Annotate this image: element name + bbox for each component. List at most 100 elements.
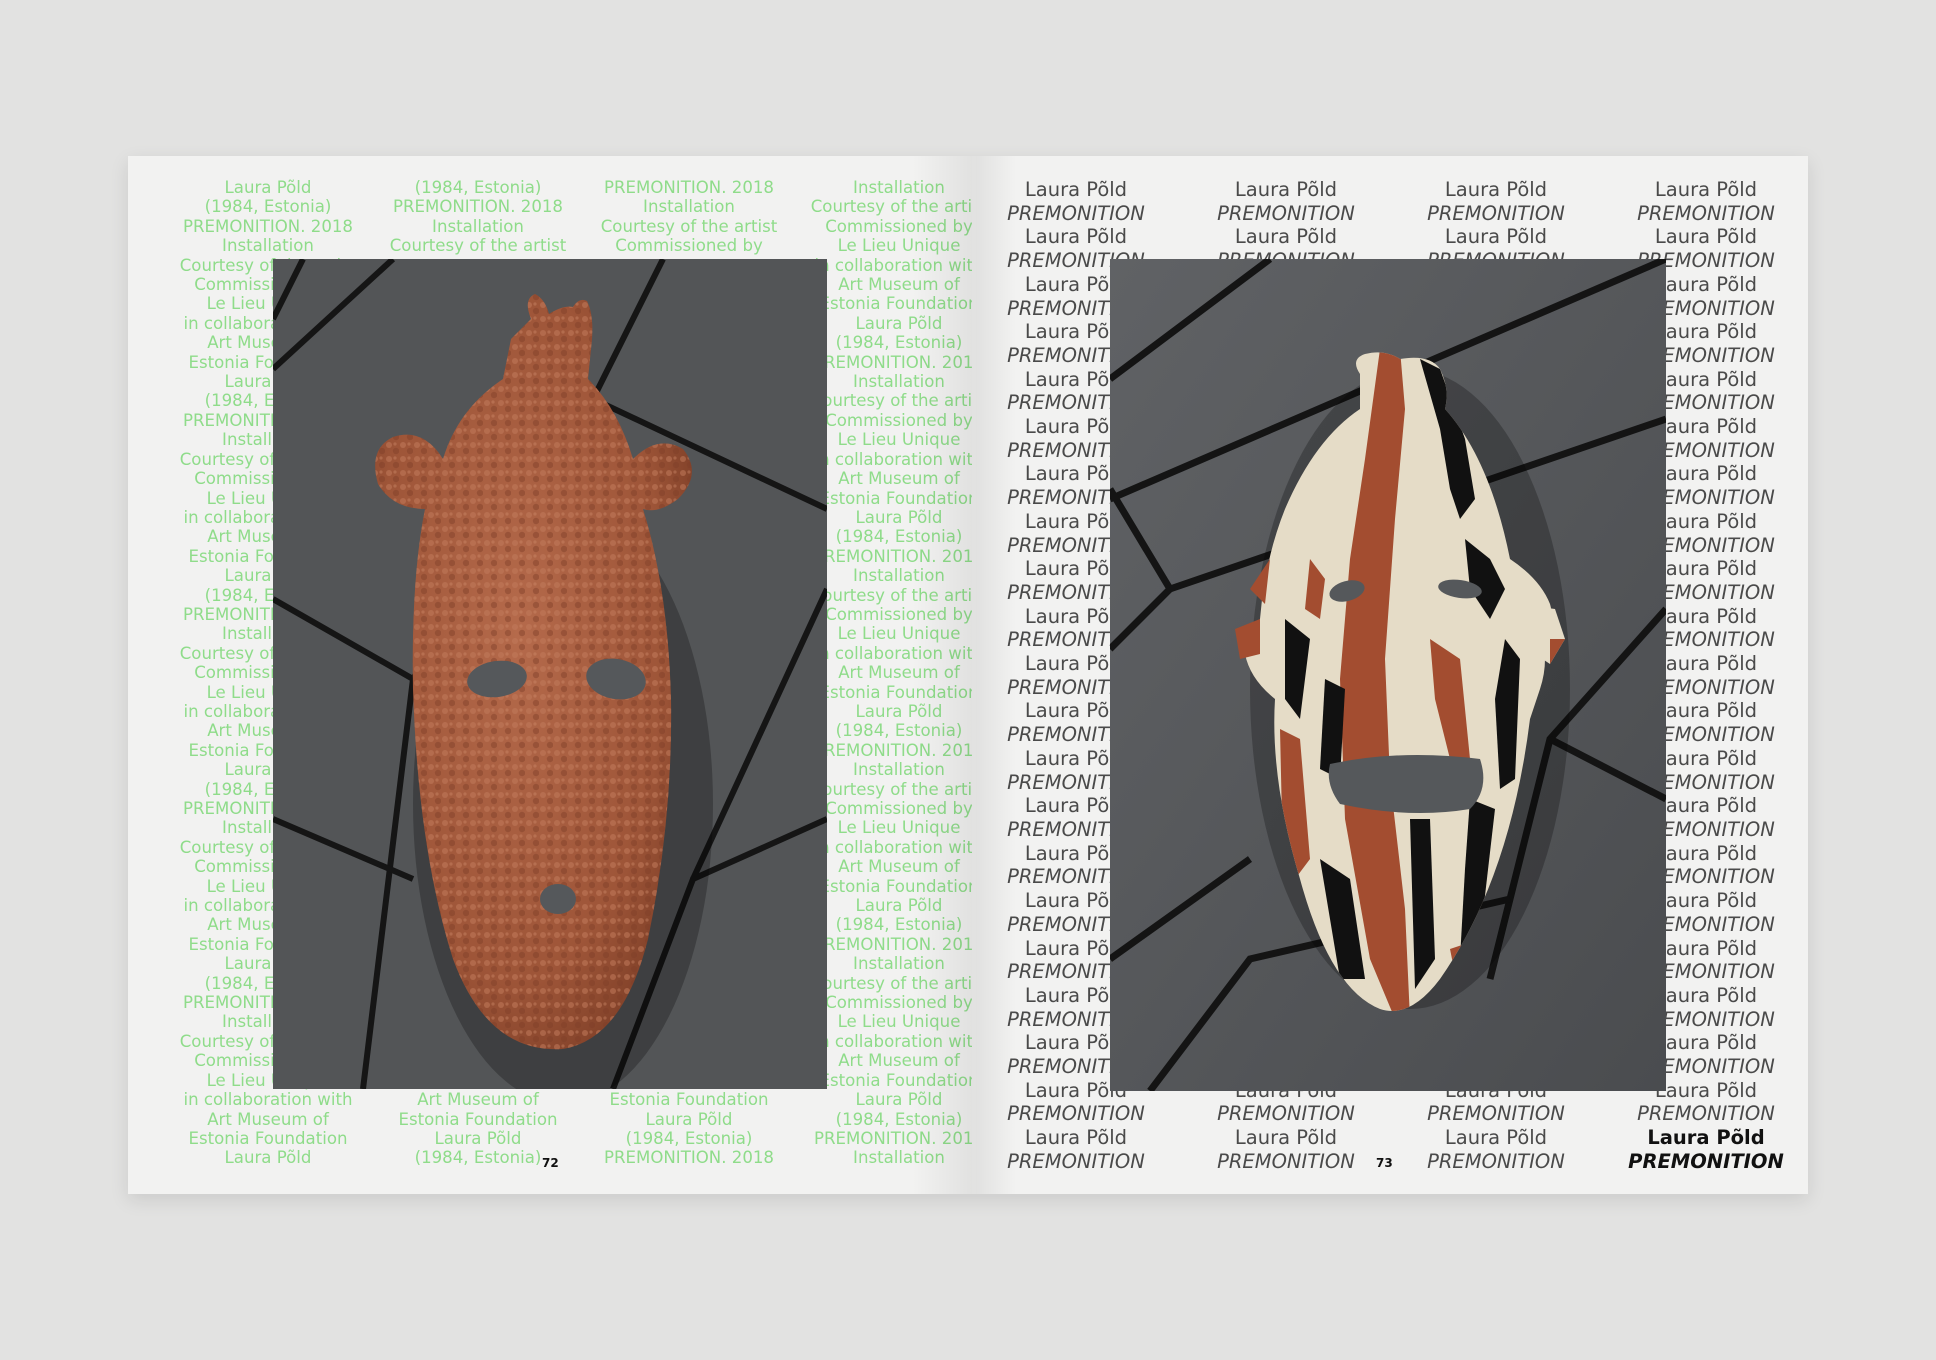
credit-line: (1984, Estonia) bbox=[835, 1109, 963, 1129]
credit-line: Courtesy of the artist bbox=[389, 236, 567, 256]
credit-line: Courtesy of the artist bbox=[810, 973, 972, 993]
credit-line: Commissioned by bbox=[825, 799, 972, 818]
credit-line: Laura Põld bbox=[855, 701, 943, 721]
credit-line: Commissioned by bbox=[825, 993, 972, 1013]
work-title: PREMONITION bbox=[1628, 1149, 1784, 1173]
work-title: PREMONITION bbox=[1637, 1102, 1775, 1126]
credit-line: Laura Põld bbox=[224, 178, 312, 197]
credit-line: Art Museum of bbox=[207, 1109, 329, 1129]
credit-line: Estonia Foundation bbox=[819, 488, 973, 508]
credit-line: Laura Põld bbox=[855, 1090, 943, 1110]
page-number-right: 73 bbox=[1376, 1156, 1393, 1170]
terracotta-mask-photo bbox=[273, 259, 827, 1089]
credit-line: Art Museum of bbox=[417, 1090, 539, 1110]
page-number-left: 72 bbox=[542, 1156, 559, 1170]
artist-name: Laura Põld bbox=[1654, 178, 1758, 201]
artist-name: Laura Põld bbox=[1024, 178, 1128, 201]
credit-line: PREMONITION. 2018 bbox=[183, 216, 353, 236]
credit-line: Laura Põld bbox=[224, 1148, 312, 1168]
credit-line: Estonia Foundation bbox=[188, 1128, 348, 1148]
credit-line: PREMONITION. 2018 bbox=[604, 1148, 774, 1168]
work-title: PREMONITION bbox=[1427, 1102, 1565, 1126]
credit-line: Estonia Foundation bbox=[819, 1070, 973, 1090]
credit-line: Estonia Foundation bbox=[819, 682, 973, 702]
work-title: PREMONITION bbox=[1217, 1149, 1355, 1173]
credit-line: Courtesy of the artist bbox=[810, 197, 972, 217]
credit-line: Installation bbox=[853, 178, 945, 197]
book-spread: Laura Põld (1984, Estonia) PREMONITION. 20… bbox=[128, 156, 1808, 1194]
work-title: PREMONITION bbox=[1007, 201, 1145, 225]
artist-name: Laura Põld bbox=[1024, 1126, 1128, 1150]
credit-line: Laura Põld bbox=[855, 507, 943, 527]
credit-line: Laura Põld bbox=[855, 313, 943, 333]
artist-name: Laura Põld bbox=[1444, 225, 1548, 249]
work-title: PREMONITION bbox=[1427, 201, 1565, 225]
credit-line: Installation bbox=[643, 197, 735, 217]
credit-line: in collaboration with bbox=[814, 643, 972, 663]
credit-line: Commissioned by bbox=[825, 216, 972, 236]
credit-line: Courtesy of the artist bbox=[810, 391, 972, 411]
credit-line: in collaboration with bbox=[183, 1090, 353, 1110]
artist-name: Laura Põld bbox=[1234, 225, 1338, 249]
credit-line: PREMONITION. 2018 bbox=[814, 352, 972, 372]
credit-line: Laura Põld bbox=[434, 1128, 522, 1148]
credit-line: Art Museum of bbox=[838, 857, 960, 877]
credit-line: Le Lieu Unique bbox=[837, 236, 961, 256]
credit-line: Le Lieu Unique bbox=[837, 818, 961, 838]
credit-line: Estonia Foundation bbox=[819, 294, 973, 314]
credit-line: Estonia Foundation bbox=[609, 1090, 769, 1110]
artist-name: Laura Põld bbox=[1024, 225, 1128, 249]
credit-line: in collaboration with bbox=[814, 1031, 972, 1051]
credit-line: Installation bbox=[853, 566, 945, 586]
credit-line: in collaboration with bbox=[814, 255, 972, 275]
credit-line: (1984, Estonia) bbox=[835, 333, 963, 353]
credit-line: Laura Põld bbox=[855, 896, 943, 916]
artist-name: Laura Põld bbox=[1444, 178, 1548, 201]
artist-name: Laura Põld bbox=[1654, 225, 1758, 249]
credit-line: PREMONITION. 2018 bbox=[393, 197, 563, 217]
credit-line: PREMONITION. 2018 bbox=[814, 1128, 972, 1148]
credit-line: (1984, Estonia) bbox=[204, 197, 332, 217]
credit-line: in collaboration with bbox=[814, 837, 972, 857]
credit-line: Installation bbox=[222, 236, 314, 256]
right-page: Laura Põld PREMONITION Laura Põld PREMONITI… bbox=[976, 156, 1808, 1194]
work-title: PREMONITION bbox=[1637, 201, 1775, 225]
left-page: Laura Põld (1984, Estonia) PREMONITION. 20… bbox=[128, 156, 972, 1194]
work-title: PREMONITION bbox=[1217, 201, 1355, 225]
credit-line: (1984, Estonia) bbox=[414, 178, 542, 197]
credit-line: Courtesy of the artist bbox=[810, 779, 972, 799]
artist-name: Laura Põld bbox=[1234, 178, 1338, 201]
artist-name: Laura Põld bbox=[1234, 1126, 1338, 1150]
striped-mask-photo bbox=[1110, 259, 1666, 1091]
credit-line: Commissioned by bbox=[615, 236, 763, 256]
credit-line: Le Lieu Unique bbox=[837, 624, 961, 644]
credit-line: (1984, Estonia) bbox=[835, 721, 963, 741]
credit-line: Installation bbox=[432, 216, 524, 236]
credits-column-4: Installation Courtesy of the artist Commis… bbox=[804, 178, 972, 1168]
credit-line: PREMONITION. 2018 bbox=[604, 178, 774, 197]
credit-line: Courtesy of the artist bbox=[600, 216, 778, 236]
credit-line: Installation bbox=[853, 372, 945, 392]
credit-line: Estonia Foundation bbox=[819, 876, 973, 896]
work-title: PREMONITION bbox=[1427, 1149, 1565, 1173]
credit-line: Estonia Foundation bbox=[398, 1109, 558, 1129]
credit-line: PREMONITION. 2018 bbox=[814, 546, 972, 566]
credit-line: Installation bbox=[853, 760, 945, 780]
artist-name: Laura Põld bbox=[1444, 1126, 1548, 1150]
credit-line: Installation bbox=[853, 954, 945, 974]
credit-line: Art Museum of bbox=[838, 663, 960, 683]
work-title: PREMONITION bbox=[1007, 1102, 1145, 1126]
work-title: PREMONITION bbox=[1007, 1149, 1145, 1173]
credit-line: Commissioned by bbox=[825, 604, 972, 624]
credit-line: PREMONITION. 2018 bbox=[814, 740, 972, 760]
credit-line: Commissioned by bbox=[825, 410, 972, 430]
credit-line: (1984, Estonia) bbox=[835, 527, 963, 547]
credit-line: (1984, Estonia) bbox=[835, 915, 963, 935]
credit-line: (1984, Estonia) bbox=[625, 1128, 753, 1148]
credit-line: Art Museum of bbox=[838, 275, 960, 295]
credit-line: Installation bbox=[853, 1148, 945, 1168]
credit-line: Art Museum of bbox=[838, 1051, 960, 1071]
credit-line: Le Lieu Unique bbox=[837, 430, 961, 450]
credit-line: Laura Põld bbox=[645, 1109, 733, 1129]
credit-line: in collaboration with bbox=[814, 449, 972, 469]
